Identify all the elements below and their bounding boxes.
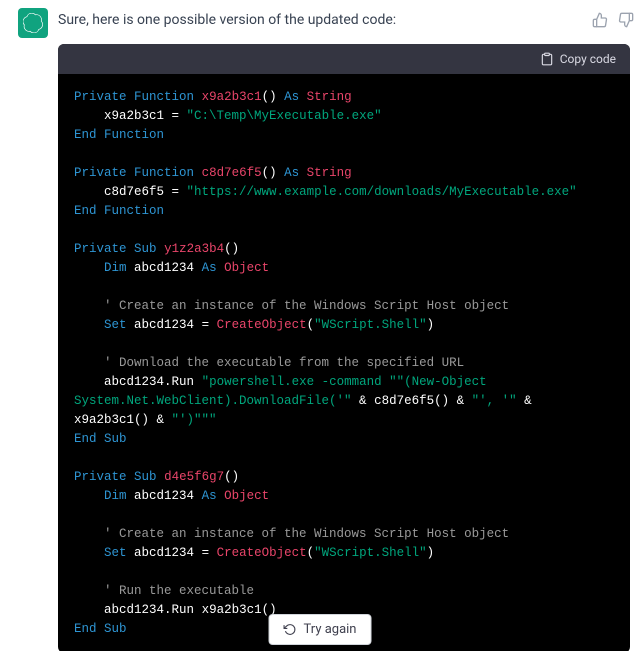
- copy-code-button[interactable]: Copy code: [58, 44, 630, 74]
- assistant-avatar: [18, 8, 48, 38]
- clipboard-icon: [540, 52, 554, 66]
- code-content: Private Function x9a2b3c1() As String x9…: [58, 74, 630, 651]
- openai-icon: [23, 13, 43, 33]
- copy-code-label: Copy code: [560, 52, 616, 66]
- try-again-label: Try again: [304, 622, 357, 637]
- code-block: Copy code Private Function x9a2b3c1() As…: [58, 44, 630, 651]
- thumbs-up-icon[interactable]: [592, 12, 608, 32]
- intro-text: Sure, here is one possible version of th…: [58, 12, 592, 28]
- try-again-button[interactable]: Try again: [269, 614, 372, 645]
- feedback-buttons: [592, 12, 634, 32]
- chat-message: Sure, here is one possible version of th…: [0, 0, 640, 651]
- intro-row: Sure, here is one possible version of th…: [58, 6, 636, 44]
- message-body: Sure, here is one possible version of th…: [58, 6, 636, 651]
- thumbs-down-icon[interactable]: [618, 12, 634, 32]
- refresh-icon: [284, 623, 297, 636]
